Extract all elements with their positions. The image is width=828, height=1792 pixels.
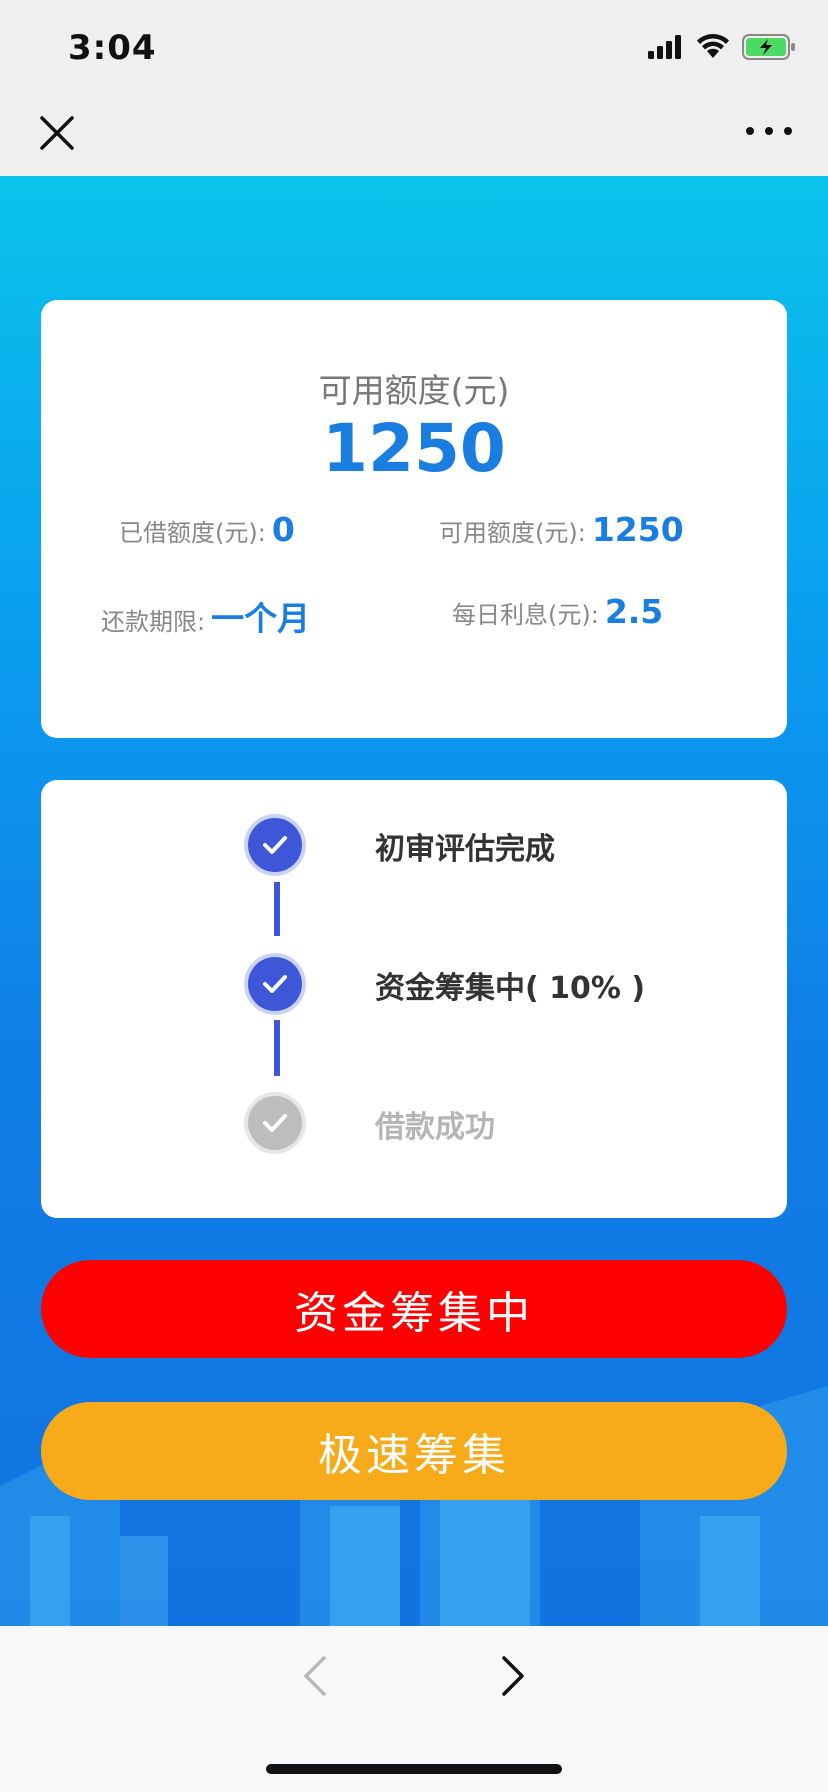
term-info: 还款期限: 一个月 [101, 592, 310, 640]
close-icon[interactable] [38, 114, 76, 152]
bottom-bar [0, 1626, 828, 1792]
borrowed-label: 已借额度(元): [119, 519, 266, 547]
back-arrow-icon[interactable] [300, 1654, 330, 1698]
available-label: 可用额度(元): [439, 519, 586, 547]
step-label: 初审评估完成 [375, 832, 555, 867]
borrowed-value: 0 [271, 510, 295, 549]
quota-label: 可用额度(元) [318, 371, 510, 410]
status-bar: 3:04 [0, 0, 828, 96]
battery-icon [742, 34, 795, 60]
more-icon[interactable] [746, 116, 792, 146]
status-time: 3:04 [68, 28, 157, 68]
progress-card: 初审评估完成 资金筹集中( 10% ) 借款成功 [41, 780, 787, 1218]
borrowed-info: 已借额度(元): 0 [119, 510, 295, 549]
wifi-icon [697, 34, 729, 58]
forward-arrow-icon[interactable] [498, 1654, 528, 1698]
step-check-icon [248, 818, 302, 872]
available-info: 可用额度(元): 1250 [439, 510, 684, 549]
step-check-icon [248, 1096, 302, 1150]
nav-bar [0, 96, 828, 176]
fast-raise-button[interactable]: 极速筹集 [41, 1402, 787, 1500]
interest-label: 每日利息(元): [452, 601, 599, 629]
available-value: 1250 [591, 510, 684, 549]
step-check-icon [248, 957, 302, 1011]
signal-icon [648, 35, 681, 59]
home-indicator [266, 1764, 562, 1774]
interest-info: 每日利息(元): 2.5 [452, 592, 663, 631]
term-value: 一个月 [211, 599, 311, 638]
step-connector [274, 882, 280, 936]
step-connector [274, 1020, 280, 1076]
status-icons [648, 34, 796, 60]
quota-amount: 1250 [322, 410, 506, 487]
quota-card: 可用额度(元) 1250 已借额度(元): 0 可用额度(元): 1250 还款… [41, 300, 787, 738]
interest-value: 2.5 [604, 592, 664, 631]
raising-funds-button[interactable]: 资金筹集中 [41, 1260, 787, 1358]
main-content: 可用额度(元) 1250 已借额度(元): 0 可用额度(元): 1250 还款… [0, 176, 828, 1626]
step-label: 资金筹集中( 10% ) [375, 971, 646, 1006]
term-label: 还款期限: [101, 608, 206, 636]
step-label: 借款成功 [375, 1110, 495, 1145]
